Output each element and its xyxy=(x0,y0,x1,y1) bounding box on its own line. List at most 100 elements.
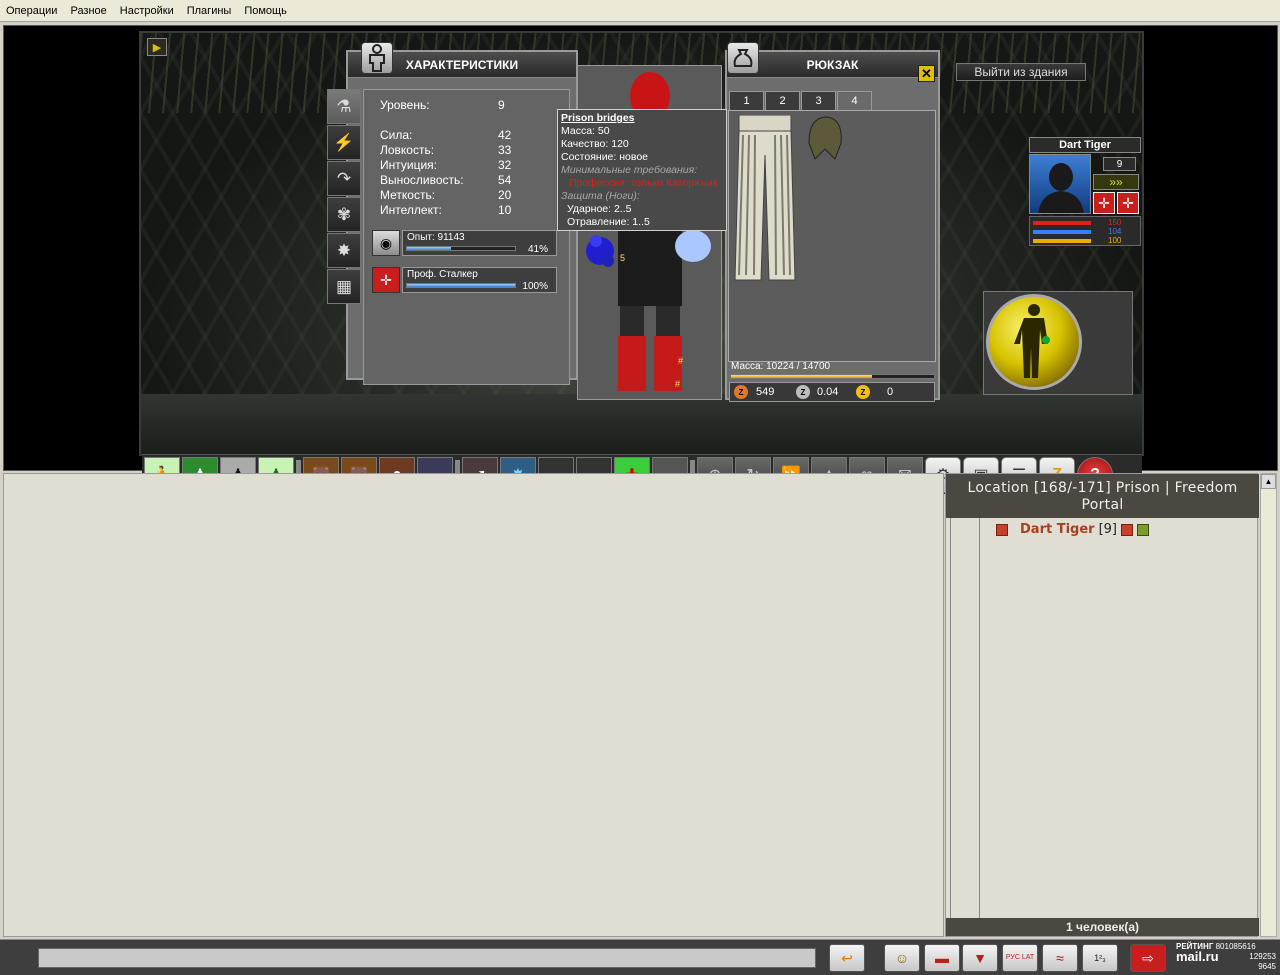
rank-icon xyxy=(1137,523,1149,536)
money-copper: 549 xyxy=(756,386,775,398)
menu-misc[interactable]: Разное xyxy=(68,3,108,19)
stat-value: 32 xyxy=(498,158,512,172)
rating-number-1: 801085616 xyxy=(1215,942,1256,951)
vital-bars: 150 104 100 xyxy=(1029,216,1141,246)
card-level: 9 xyxy=(1103,157,1136,171)
game-scene[interactable]: ▶ Выйти из здания ХАРАКТЕРИСТИКИ ⚗ ⚡ ↷ ✾… xyxy=(139,31,1144,456)
player-level: [9] xyxy=(1098,522,1117,537)
experience-bar xyxy=(406,246,516,251)
backpack-items-area xyxy=(728,110,936,362)
stat-label: Сила: xyxy=(380,128,413,142)
tab-feather-icon[interactable]: ✾ xyxy=(327,197,361,232)
tab-stats-icon[interactable]: ⚗ xyxy=(327,89,361,124)
silver-coin-icon: Z xyxy=(796,385,810,399)
menu-settings[interactable]: Настройки xyxy=(118,3,176,19)
game-frame: ▶ Выйти из здания ХАРАКТЕРИСТИКИ ⚗ ⚡ ↷ ✾… xyxy=(3,25,1278,494)
hp-value: 150 xyxy=(1108,218,1122,227)
stat-label: Выносливость: xyxy=(380,173,464,187)
mana-value: 104 xyxy=(1108,227,1122,236)
menu-operations[interactable]: Операции xyxy=(4,3,59,19)
numbers-label: 1²₃ xyxy=(1094,953,1106,963)
close-icon[interactable]: ✕ xyxy=(918,65,935,82)
smiley-icon[interactable]: ☺ xyxy=(884,944,920,972)
backpack-tab-2[interactable]: 2 xyxy=(765,91,800,111)
profession-block: ✛ Проф. Сталкер 100% xyxy=(372,267,558,293)
tooltip-mass: Масса: 50 xyxy=(561,125,610,137)
location-panel: Location [168/-171] Prison | Freedom Por… xyxy=(945,473,1259,937)
avatar[interactable] xyxy=(1029,154,1091,214)
stat-label: Интуиция: xyxy=(380,158,437,172)
body-action-button[interactable] xyxy=(986,294,1082,390)
stat-value: 54 xyxy=(498,173,512,187)
copper-coin-icon: Z xyxy=(734,385,748,399)
send-icon[interactable]: ↩ xyxy=(829,944,865,972)
item-mark-5: 5 xyxy=(620,253,626,263)
tooltip-defense-impact: Ударное: 2..5 xyxy=(567,203,632,215)
divider xyxy=(979,518,980,918)
scroll-up-icon[interactable]: ▲ xyxy=(1261,474,1276,489)
stats-side-tabs: ⚗ ⚡ ↷ ✾ ✸ ▦ xyxy=(327,89,361,309)
money-silver: 0.04 xyxy=(817,386,839,398)
tab-skills-icon[interactable]: ⚡ xyxy=(327,125,361,160)
profession-percent: 100% xyxy=(522,281,548,292)
exit-icon[interactable]: ⇨ xyxy=(1130,944,1166,972)
translit-button[interactable]: РУС LAT xyxy=(1002,944,1038,972)
eraser-icon[interactable]: ▬ xyxy=(924,944,960,972)
divider xyxy=(950,518,951,918)
backpack-tab-1[interactable]: 1 xyxy=(729,91,764,111)
crosshair-icon[interactable]: ✛ xyxy=(1093,192,1115,214)
experience-info: Опыт: 91143 41% xyxy=(402,230,557,256)
menu-plugins[interactable]: Плагины xyxy=(185,3,234,19)
tooltip-defense-header: Защита (Ноги): xyxy=(561,190,640,202)
numbers-icon[interactable]: 1²₃ xyxy=(1082,944,1118,972)
backpack-tab-4[interactable]: 4 xyxy=(837,91,872,111)
exit-building-button[interactable]: Выйти из здания xyxy=(956,63,1086,81)
scene-floor xyxy=(141,394,1142,454)
menu-help[interactable]: Помощь xyxy=(242,3,289,19)
stats-box: Уровень: 9 Сила: 42 Ловкость: 33 Интуици… xyxy=(363,89,570,385)
scrollbar[interactable]: ▲ xyxy=(1260,473,1277,937)
chat-area[interactable] xyxy=(3,473,944,937)
mailru-logo: mail.ru xyxy=(1176,949,1219,964)
item-mark-hash: # xyxy=(675,379,681,389)
bottom-bar: ↩ ☺ ▬ ▼ РУС LAT ≈ 1²₃ ⇨ РЕЙТИНГ 80108561… xyxy=(0,939,1280,975)
dropdown-icon[interactable]: ▼ xyxy=(962,944,998,972)
tooltip-requirements-header: Минимальные требования: xyxy=(561,164,698,176)
chat-input[interactable] xyxy=(38,948,816,968)
inventory-helmet-item[interactable] xyxy=(805,113,845,161)
tab-chip-icon[interactable]: ▦ xyxy=(327,269,361,304)
clan-icon xyxy=(996,523,1008,536)
tab-weapon-icon[interactable]: ↷ xyxy=(327,161,361,196)
level-label: Уровень: xyxy=(380,98,430,112)
tooltip-defense-poison: Отравление: 1..5 xyxy=(567,216,650,228)
eye-icon: ◉ xyxy=(372,230,400,256)
chart-icon[interactable]: ≈ xyxy=(1042,944,1078,972)
location-footer: 1 человек(а) xyxy=(946,918,1259,936)
stat-value: 10 xyxy=(498,203,512,217)
translit-label: РУС LAT xyxy=(1005,954,1035,961)
tab-burst-icon[interactable]: ✸ xyxy=(327,233,361,268)
gold-coin-icon: Z xyxy=(856,385,870,399)
player-name[interactable]: Dart Tiger xyxy=(1020,522,1095,537)
player-list-item[interactable]: Dart Tiger [9] xyxy=(996,522,1149,537)
backpack-mass-label: Масса: 10224 / 14700 xyxy=(731,361,831,372)
inventory-pants-item[interactable] xyxy=(733,114,797,285)
tooltip-state: Состояние: новое xyxy=(561,151,649,163)
experience-percent: 41% xyxy=(527,244,548,255)
stat-label: Интеллект: xyxy=(380,203,442,217)
bag-icon xyxy=(727,42,759,74)
money-gold: 0 xyxy=(887,386,894,398)
location-header: Location [168/-171] Prison | Freedom Por… xyxy=(946,474,1259,518)
crosshair-icon[interactable]: ✛ xyxy=(1117,192,1139,214)
experience-block: ◉ Опыт: 91143 41% xyxy=(372,230,558,256)
stat-value: 33 xyxy=(498,143,512,157)
tooltip-quality: Качество: 120 xyxy=(561,138,629,150)
backpack-tab-3[interactable]: 3 xyxy=(801,91,836,111)
backpack-tabs: 1 2 3 4 xyxy=(729,91,873,111)
rating-number-2: 129253 xyxy=(1249,952,1276,961)
play-icon[interactable]: ▶ xyxy=(147,38,167,56)
crosshair-icon: ✛ xyxy=(372,267,400,293)
rating-counter: РЕЙТИНГ 801085616 mail.ru 129253 9645 xyxy=(1176,942,1276,973)
experience-label: Опыт: 91143 xyxy=(407,232,465,243)
backpack-mass-bar-fill xyxy=(731,375,873,378)
